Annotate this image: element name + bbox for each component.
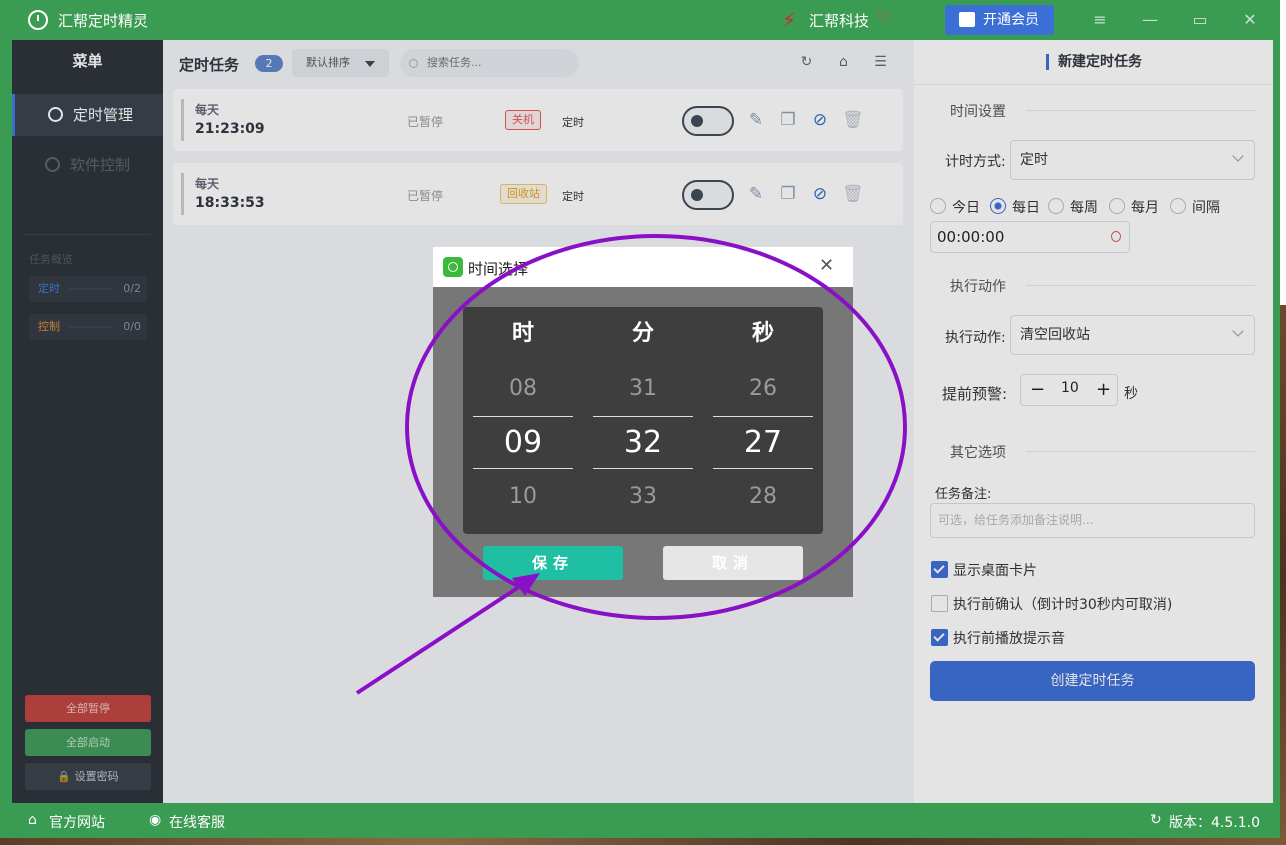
time-wheel: 时 08 09 10 分 31 32 33 秒 26 27 28 (463, 307, 823, 534)
heart-icon: ♡ (877, 9, 893, 29)
hour-prev[interactable]: 08 (473, 376, 573, 401)
close-icon[interactable]: ✕ (819, 255, 834, 276)
cancel-button[interactable]: 取消 (663, 546, 803, 580)
time-picker-dialog: 时间选择 ✕ 时 08 09 10 分 31 32 33 秒 26 27 28 … (433, 247, 853, 597)
brand-logo-icon: ⚡ (782, 8, 797, 32)
minute-header: 分 (631, 321, 654, 346)
vip-label: 开通会员 (983, 12, 1039, 28)
crown-icon (959, 12, 975, 27)
second-column[interactable]: 秒 26 27 28 (713, 307, 813, 534)
hour-header: 时 (511, 321, 534, 346)
maximize-icon[interactable]: ▭ (1188, 8, 1212, 32)
brand-name: 汇帮科技 (809, 12, 870, 30)
hour-current[interactable]: 09 (473, 416, 573, 469)
second-header: 秒 (751, 321, 774, 346)
support-icon: ◉ (149, 812, 162, 828)
refresh-icon: ↻ (1150, 812, 1162, 828)
dialog-header: 时间选择 ✕ (433, 247, 853, 287)
menu-icon[interactable]: ≡ (1088, 8, 1112, 32)
minute-prev[interactable]: 31 (593, 376, 693, 401)
home-icon: ⌂ (28, 812, 37, 828)
dialog-title: 时间选择 (468, 260, 529, 278)
hour-column[interactable]: 时 08 09 10 (473, 307, 573, 534)
close-icon[interactable]: ✕ (1238, 8, 1262, 32)
online-support-link[interactable]: 在线客服 (169, 812, 225, 832)
app-title: 汇帮定时精灵 (58, 12, 149, 30)
title-bar: 汇帮定时精灵 ⚡ 汇帮科技 ♡ 开通会员 ≡ — ▭ ✕ (0, 0, 1280, 40)
clock-icon (443, 257, 463, 277)
hour-next[interactable]: 10 (473, 484, 573, 509)
footer-bar: ⌂ 官方网站 ◉ 在线客服 ↻ 版本：4.5.1.0 (12, 803, 1273, 838)
second-current[interactable]: 27 (713, 416, 813, 469)
vip-button[interactable]: 开通会员 (945, 5, 1054, 35)
app-logo-icon (28, 10, 48, 30)
version-label: 版本：4.5.1.0 (1169, 815, 1260, 831)
second-next[interactable]: 28 (713, 484, 813, 509)
minute-next[interactable]: 33 (593, 484, 693, 509)
save-button[interactable]: 保存 (483, 546, 623, 580)
minute-column[interactable]: 分 31 32 33 (593, 307, 693, 534)
minute-current[interactable]: 32 (593, 416, 693, 469)
official-website-link[interactable]: 官方网站 (49, 812, 105, 832)
second-prev[interactable]: 26 (713, 376, 813, 401)
minimize-icon[interactable]: — (1138, 8, 1162, 32)
